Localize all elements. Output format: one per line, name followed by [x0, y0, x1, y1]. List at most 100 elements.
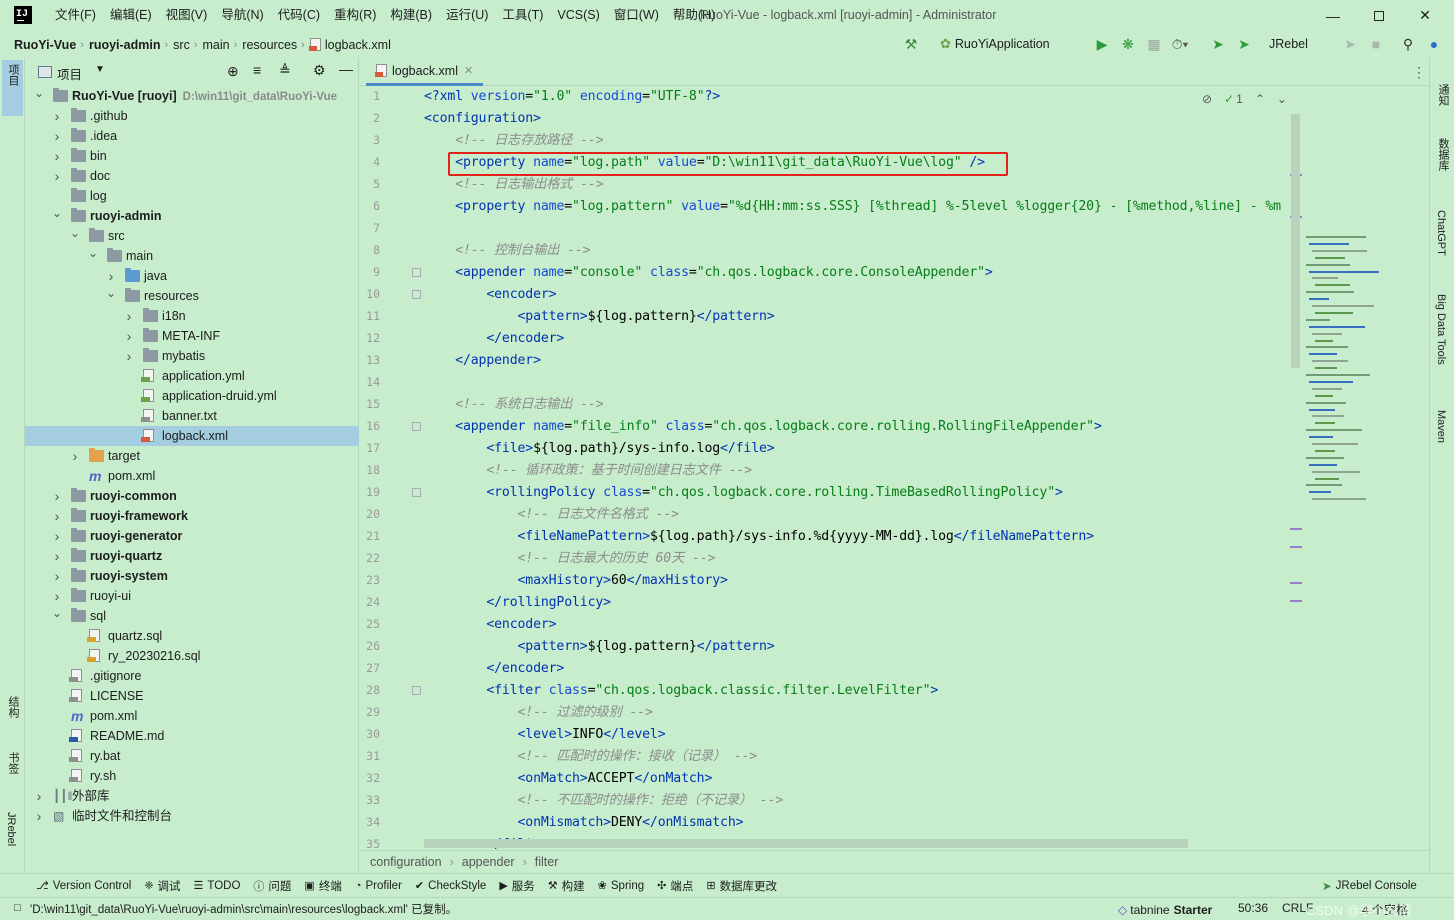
tree-item[interactable]: ⌄ RuoYi-Vue [ruoyi] D:\win11\git_data\RuoY… — [25, 86, 359, 106]
bottom-tool-version-control[interactable]: ⎇ Version Control — [36, 879, 131, 893]
collapse-arrow-icon[interactable]: › — [52, 106, 62, 126]
collapse-arrow-icon[interactable]: › — [52, 546, 62, 566]
tree-item[interactable]: log — [25, 186, 359, 206]
collapse-arrow-icon[interactable]: › — [124, 346, 134, 366]
tree-item[interactable]: logback.xml — [25, 426, 359, 446]
bottom-tool-endpoints[interactable]: ✣ 端点 — [657, 878, 693, 894]
menu-item[interactable]: 视图(V) — [159, 0, 215, 31]
error-stripe-mark[interactable] — [1290, 600, 1302, 602]
code-editor[interactable]: <?xml version="1.0" encoding="UTF-8"?> <c… — [424, 86, 1298, 904]
bottom-tool-problems[interactable]: ⓘ 问题 — [253, 878, 291, 894]
fold-marker-icon[interactable] — [412, 488, 421, 497]
fold-marker-icon[interactable] — [412, 290, 421, 299]
tree-item[interactable]: m pom.xml — [25, 706, 359, 726]
jrebel-run-icon[interactable]: ➤ — [1208, 34, 1228, 54]
collapse-arrow-icon[interactable]: › — [52, 566, 62, 586]
expand-all-icon[interactable]: ≡ — [253, 62, 261, 78]
breadcrumb-appender[interactable]: appender — [462, 855, 515, 869]
notifications-tool-label[interactable]: 通知 — [1435, 84, 1451, 106]
tree-item[interactable]: ry.sh — [25, 766, 359, 786]
menu-item[interactable]: 窗口(W) — [607, 0, 666, 31]
tree-item[interactable]: › .idea — [25, 126, 359, 146]
collapse-arrow-icon[interactable]: › — [70, 446, 80, 466]
crumb-project[interactable]: RuoYi-Vue — [14, 38, 80, 52]
tree-item[interactable]: › bin — [25, 146, 359, 166]
expand-arrow-icon[interactable]: ⌄ — [70, 223, 80, 243]
bottom-tool-spring[interactable]: ❀ Spring — [598, 879, 644, 893]
locate-file-icon[interactable]: ⊕ — [227, 63, 239, 80]
tree-item[interactable]: › ┃┃‖ 外部库 — [25, 786, 359, 806]
collapse-arrow-icon[interactable]: › — [52, 526, 62, 546]
search-icon[interactable]: ⚲ — [1398, 34, 1418, 54]
tree-item[interactable]: application-druid.yml — [25, 386, 359, 406]
jrebel-tool-label[interactable]: JRebel — [5, 812, 17, 846]
tree-item[interactable]: .gitignore — [25, 666, 359, 686]
tree-item[interactable]: › ▧ 临时文件和控制台 — [25, 806, 359, 826]
big-data-tools-label[interactable]: Big Data Tools — [1435, 294, 1447, 365]
tree-item[interactable]: quartz.sql — [25, 626, 359, 646]
bottom-tool-database-changes[interactable]: ⊞ 数据库更改 — [706, 878, 777, 894]
crumb-src[interactable]: src — [173, 38, 194, 52]
bottom-tool-terminal[interactable]: ▣ 终端 — [304, 878, 341, 894]
tree-item[interactable]: › ruoyi-system — [25, 566, 359, 586]
tree-item[interactable]: README.md — [25, 726, 359, 746]
fold-marker-icon[interactable] — [412, 268, 421, 277]
maximize-icon[interactable] — [1356, 0, 1402, 31]
collapse-arrow-icon[interactable]: › — [34, 806, 44, 826]
expand-arrow-icon[interactable]: ⌄ — [52, 203, 62, 223]
collapse-arrow-icon[interactable]: › — [34, 786, 44, 806]
menu-item[interactable]: 运行(U) — [439, 0, 495, 31]
collapse-arrow-icon[interactable]: › — [52, 486, 62, 506]
more-tabs-icon[interactable]: ⋮ — [1412, 64, 1426, 81]
menu-item[interactable]: 代码(C) — [271, 0, 327, 31]
caret-position[interactable]: 50:36 — [1238, 901, 1268, 915]
collapse-arrow-icon[interactable]: › — [52, 506, 62, 526]
menu-item[interactable]: VCS(S) — [550, 0, 606, 31]
tree-item[interactable]: › .github — [25, 106, 359, 126]
collapse-arrow-icon[interactable]: › — [124, 306, 134, 326]
menu-item[interactable]: 重构(R) — [327, 0, 383, 31]
stop-icon[interactable]: ■ — [1366, 34, 1386, 54]
collapse-arrow-icon[interactable]: › — [52, 146, 62, 166]
close-icon[interactable]: ✕ — [1402, 0, 1448, 31]
horizontal-scrollbar[interactable] — [424, 839, 1188, 848]
gear-icon[interactable]: ⚙ — [313, 62, 326, 79]
chevron-down-icon[interactable]: ▼ — [95, 64, 105, 75]
tree-item[interactable]: ⌄ main — [25, 246, 359, 266]
run-config-selector[interactable]: ✿ RuoYiApplication — [940, 34, 1050, 54]
tree-item[interactable]: ry.bat — [25, 746, 359, 766]
crumb-file[interactable]: logback.xml — [325, 38, 395, 52]
tree-item[interactable]: › i18n — [25, 306, 359, 326]
menu-item[interactable]: 工具(T) — [495, 0, 550, 31]
tab-logback-xml[interactable]: logback.xml ✕ — [366, 58, 484, 86]
tree-item[interactable]: › target — [25, 446, 359, 466]
tree-item[interactable]: ⌄ sql — [25, 606, 359, 626]
structure-tool-label[interactable]: 结构 — [5, 696, 21, 718]
minimize-icon[interactable]: — — [1310, 0, 1356, 31]
crumb-main[interactable]: main — [203, 38, 234, 52]
expand-arrow-icon[interactable]: ⌄ — [88, 243, 98, 263]
collapse-arrow-icon[interactable]: › — [52, 126, 62, 146]
jrebel-console-button[interactable]: ➤ JRebel Console — [1322, 874, 1417, 898]
tree-item[interactable]: banner.txt — [25, 406, 359, 426]
profile-icon[interactable]: ⏱▾ — [1170, 34, 1190, 54]
bookmarks-tool-label[interactable]: 书签 — [5, 752, 21, 774]
tree-item[interactable]: › ruoyi-quartz — [25, 546, 359, 566]
error-stripe-mark[interactable] — [1290, 528, 1302, 530]
error-stripe-mark[interactable] — [1290, 582, 1302, 584]
bottom-tool-checkstyle[interactable]: ✔ CheckStyle — [415, 879, 486, 893]
tree-item[interactable]: › ruoyi-framework — [25, 506, 359, 526]
collapse-arrow-icon[interactable]: › — [52, 166, 62, 186]
expand-arrow-icon[interactable]: ⌄ — [34, 83, 44, 103]
bottom-tool-services[interactable]: ▶ 服务 — [499, 878, 534, 894]
minimap[interactable] — [1290, 86, 1418, 904]
intellij-logo-icon[interactable]: IJ — [14, 6, 32, 24]
bottom-tool-todo[interactable]: ☰ TODO — [194, 879, 241, 893]
bottom-tool-profiler[interactable]: ◔ Profiler — [355, 880, 402, 892]
hammer-build-icon[interactable]: ⚒ — [901, 34, 921, 54]
tree-item[interactable]: › java — [25, 266, 359, 286]
collapse-arrow-icon[interactable]: › — [124, 326, 134, 346]
tree-item[interactable]: › ruoyi-generator — [25, 526, 359, 546]
crumb-module[interactable]: ruoyi-admin — [89, 38, 165, 52]
project-panel-title[interactable]: 项目 — [57, 64, 82, 83]
